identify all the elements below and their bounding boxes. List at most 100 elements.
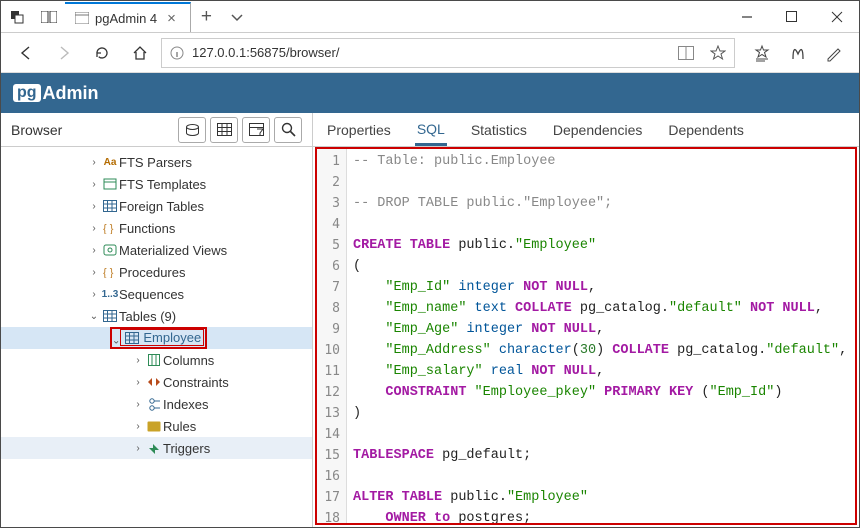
reading-list-icon[interactable] — [781, 37, 815, 69]
site-info-icon[interactable] — [170, 46, 184, 60]
filter-rows-button[interactable] — [242, 117, 270, 143]
tree-item-constraints[interactable]: ›Constraints — [1, 371, 312, 393]
tree-item-label: Indexes — [163, 397, 209, 412]
tree-item-foreign-tables[interactable]: › Foreign Tables — [1, 195, 312, 217]
tab-properties[interactable]: Properties — [325, 122, 393, 146]
tree-item-tables-9-[interactable]: ⌄ Tables (9) — [1, 305, 312, 327]
tree-item-sequences[interactable]: ›1..3Sequences — [1, 283, 312, 305]
side-by-side-icon[interactable] — [33, 1, 65, 32]
url-text: 127.0.0.1:56875/browser/ — [192, 45, 670, 60]
tab-dependencies[interactable]: Dependencies — [551, 122, 645, 146]
chevron-right-icon[interactable]: › — [87, 201, 101, 212]
favorite-star-icon[interactable] — [710, 45, 726, 61]
tree-item-label: Tables (9) — [119, 309, 176, 324]
tree-item-label: FTS Templates — [119, 177, 206, 192]
chevron-right-icon[interactable]: › — [131, 443, 145, 454]
chevron-right-icon[interactable]: › — [87, 157, 101, 168]
idx-icon — [145, 398, 163, 411]
tree-item-label: Materialized Views — [119, 243, 227, 258]
object-tree[interactable]: ›AaFTS Parsers›FTS Templates›Foreign Tab… — [1, 147, 312, 527]
tree-item-fts-templates[interactable]: › FTS Templates — [1, 173, 312, 195]
editor-gutter: 1 2 3 4 5 6 7 8 9 10 11 12 13 14 15 16 1… — [317, 149, 347, 523]
tree-item-indexes[interactable]: › Indexes — [1, 393, 312, 415]
tpl-icon — [101, 178, 119, 190]
chevron-right-icon[interactable]: › — [131, 377, 145, 388]
cascade-windows-icon[interactable] — [1, 1, 33, 32]
tree-item-label: FTS Parsers — [119, 155, 192, 170]
tree-item-fts-parsers[interactable]: ›AaFTS Parsers — [1, 151, 312, 173]
tree-item-label: Columns — [163, 353, 214, 368]
nav-refresh-button[interactable] — [85, 37, 119, 69]
tab-close-icon[interactable]: × — [163, 10, 180, 27]
tab-statistics[interactable]: Statistics — [469, 122, 529, 146]
tree-item-label: Employee — [143, 330, 201, 345]
tree-item-materialized-views[interactable]: › Materialized Views — [1, 239, 312, 261]
logo-pg-badge: pg — [13, 84, 41, 102]
tree-item-procedures[interactable]: ›{ }Procedures — [1, 261, 312, 283]
chevron-right-icon[interactable]: › — [131, 399, 145, 410]
browser-addressbar: 127.0.0.1:56875/browser/ — [1, 33, 859, 73]
seq-icon: 1..3 — [101, 289, 119, 300]
pgadmin-brandbar: pgAdmin — [1, 73, 859, 113]
tab-favicon-icon — [75, 12, 89, 24]
chevron-right-icon[interactable]: › — [87, 289, 101, 300]
tree-item-columns[interactable]: › Columns — [1, 349, 312, 371]
view-data-button[interactable] — [210, 117, 238, 143]
new-tab-button[interactable]: + — [191, 6, 222, 28]
window-minimize-button[interactable] — [724, 1, 769, 33]
tree-item-rules[interactable]: › Rules — [1, 415, 312, 437]
edge-notes-icon[interactable] — [817, 37, 851, 69]
main-panel: Properties SQL Statistics Dependencies Depen… — [313, 113, 859, 527]
tree-item-label: Functions — [119, 221, 175, 236]
tbl-icon — [101, 310, 119, 322]
pgadmin-logo[interactable]: pgAdmin — [13, 83, 99, 104]
trig-icon — [145, 442, 163, 455]
cons-icon — [145, 377, 163, 387]
chevron-down-icon[interactable]: ⌄ — [87, 311, 101, 322]
window-maximize-button[interactable] — [769, 1, 814, 33]
logo-admin-text: Admin — [43, 83, 99, 104]
tree-item-employee[interactable]: ⌄ Employee — [1, 327, 312, 349]
chevron-right-icon[interactable]: › — [87, 267, 101, 278]
proc-icon: { } — [101, 266, 119, 278]
fn-icon: { } — [101, 222, 119, 234]
query-tool-button[interactable] — [178, 117, 206, 143]
tab-sql[interactable]: SQL — [415, 121, 447, 146]
browser-panel-title: Browser — [11, 122, 62, 138]
url-input[interactable]: 127.0.0.1:56875/browser/ — [161, 38, 735, 68]
window-close-button[interactable] — [814, 1, 859, 33]
chevron-right-icon[interactable]: › — [87, 223, 101, 234]
sql-code[interactable]: -- Table: public.Employee -- DROP TABLE … — [347, 149, 855, 523]
browser-tab-pgadmin[interactable]: pgAdmin 4 × — [65, 2, 191, 32]
chevron-down-icon[interactable]: ⌄ — [112, 336, 120, 347]
ftbl-icon — [101, 200, 119, 212]
rule-icon — [145, 421, 163, 432]
chevron-right-icon[interactable]: › — [87, 179, 101, 190]
nav-home-button[interactable] — [123, 37, 157, 69]
tree-item-label: Triggers — [163, 441, 210, 456]
tab-title: pgAdmin 4 — [95, 11, 157, 26]
nav-back-button[interactable] — [9, 37, 43, 69]
nav-forward-button[interactable] — [47, 37, 81, 69]
tree-item-label: Procedures — [119, 265, 185, 280]
aa-icon: Aa — [101, 157, 119, 168]
mv-icon — [101, 244, 119, 256]
tree-item-functions[interactable]: ›{ } Functions — [1, 217, 312, 239]
chevron-right-icon[interactable]: › — [87, 245, 101, 256]
tree-item-label: Rules — [163, 419, 196, 434]
tab-dependents[interactable]: Dependents — [666, 122, 746, 146]
search-objects-button[interactable] — [274, 117, 302, 143]
chevron-right-icon[interactable]: › — [131, 355, 145, 366]
svg-text:{ }: { } — [103, 223, 114, 234]
chevron-right-icon[interactable]: › — [131, 421, 145, 432]
reading-view-icon[interactable] — [678, 46, 694, 60]
browser-titlebar: pgAdmin 4 × + — [1, 1, 859, 33]
tabs-dropdown-icon[interactable] — [222, 10, 252, 24]
sql-editor-highlight: 1 2 3 4 5 6 7 8 9 10 11 12 13 14 15 16 1… — [315, 147, 857, 525]
tree-item-label: Foreign Tables — [119, 199, 204, 214]
tree-item-triggers[interactable]: › Triggers — [1, 437, 312, 459]
workspace: Browser ›AaFTS Parsers›FTS Templates›For… — [1, 113, 859, 527]
browser-panel-header: Browser — [1, 113, 312, 147]
favorites-list-icon[interactable] — [745, 37, 779, 69]
main-tabs: Properties SQL Statistics Dependencies Depen… — [313, 113, 859, 147]
